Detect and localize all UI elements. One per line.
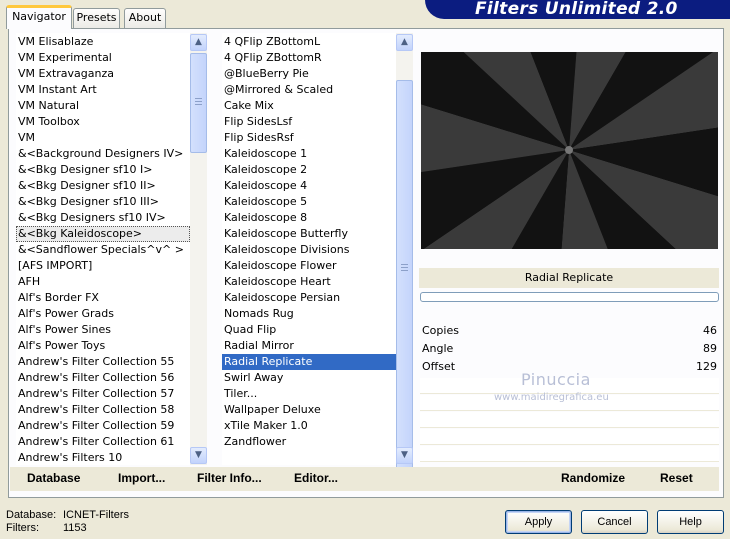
category-list-item[interactable]: Alf's Power Grads xyxy=(16,306,190,322)
filter-list-item[interactable]: @BlueBerry Pie xyxy=(222,66,396,82)
param-label: Angle xyxy=(422,342,454,355)
filter-list-item[interactable]: Kaleidoscope 8 xyxy=(222,210,396,226)
filter-list-item[interactable]: @Mirrored & Scaled xyxy=(222,82,396,98)
filter-list-item[interactable]: Tiler... xyxy=(222,386,396,402)
category-list-item[interactable]: VM Toolbox xyxy=(16,114,190,130)
param-empty-row xyxy=(420,412,719,428)
category-list-item[interactable]: Andrew's Filter Collection 55 xyxy=(16,354,190,370)
category-list-item[interactable]: VM Instant Art xyxy=(16,82,190,98)
category-list-item[interactable]: Andrew's Filter Collection 58 xyxy=(16,402,190,418)
param-value: 129 xyxy=(696,360,717,373)
category-list-item[interactable]: Andrew's Filters 10 xyxy=(16,450,190,465)
category-list-item[interactable]: &<Bkg Designer sf10 II> xyxy=(16,178,190,194)
scroll-up-icon[interactable]: ▲ xyxy=(396,34,413,51)
filter-list-item[interactable]: Flip SidesRsf xyxy=(222,130,396,146)
param-copies[interactable]: Copies 46 xyxy=(420,322,719,340)
category-list-item[interactable]: &<Background Designers IV> xyxy=(16,146,190,162)
filter-list-item[interactable]: Kaleidoscope Heart xyxy=(222,274,396,290)
apply-button[interactable]: Apply xyxy=(505,510,572,534)
param-label: Copies xyxy=(422,324,459,337)
filter-info-button[interactable]: Filter Info... xyxy=(197,471,262,485)
category-list-item[interactable]: &<Bkg Designer sf10 III> xyxy=(16,194,190,210)
filter-list-item[interactable]: xTile Maker 1.0 xyxy=(222,418,396,434)
filter-list-item[interactable]: Radial Replicate xyxy=(222,354,396,370)
watermark-name: Pinuccia xyxy=(521,370,591,389)
scroll-up-icon[interactable]: ▲ xyxy=(190,34,207,51)
category-list-item[interactable]: Andrew's Filter Collection 61 xyxy=(16,434,190,450)
filter-preview xyxy=(421,52,718,249)
filter-scroll-thumb[interactable] xyxy=(396,80,413,478)
category-list-item[interactable]: Andrew's Filter Collection 59 xyxy=(16,418,190,434)
cancel-button[interactable]: Cancel xyxy=(581,510,648,534)
category-list-item[interactable]: &<Bkg Designer sf10 I> xyxy=(16,162,190,178)
category-list-item[interactable]: VM Elisablaze xyxy=(16,34,190,50)
category-list-item[interactable]: Alf's Border FX xyxy=(16,290,190,306)
selected-filter-name: Radial Replicate xyxy=(419,268,719,288)
category-list-item[interactable]: [AFS IMPORT] xyxy=(16,258,190,274)
randomize-button[interactable]: Randomize xyxy=(561,471,625,485)
category-list-item[interactable]: VM Natural xyxy=(16,98,190,114)
filter-list[interactable]: 4 QFlip ZBottomL 4 QFlip ZBottomR @BlueBer… xyxy=(222,33,396,465)
param-value: 89 xyxy=(703,342,717,355)
category-list-item[interactable]: AFH xyxy=(16,274,190,290)
filter-list-item[interactable]: Kaleidoscope Flower xyxy=(222,258,396,274)
category-list-item[interactable]: Andrew's Filter Collection 56 xyxy=(16,370,190,386)
database-status-value: ICNET-Filters xyxy=(63,509,129,521)
category-list-item[interactable]: &<Bkg Designers sf10 IV> xyxy=(16,210,190,226)
filter-list-item[interactable]: Wallpaper Deluxe xyxy=(222,402,396,418)
param-value: 46 xyxy=(703,324,717,337)
filter-list-item[interactable]: Radial Mirror xyxy=(222,338,396,354)
category-list[interactable]: VM Elisablaze VM Experimental VM Extravaga… xyxy=(16,33,190,465)
category-list-item[interactable]: Alf's Power Sines xyxy=(16,322,190,338)
filter-list-item[interactable]: Flip SidesLsf xyxy=(222,114,396,130)
category-list-item[interactable]: &<Sandflower Specials^v^ > xyxy=(16,242,190,258)
param-angle[interactable]: Angle 89 xyxy=(420,340,719,358)
category-scroll-thumb[interactable] xyxy=(190,53,207,153)
category-list-item[interactable]: VM xyxy=(16,130,190,146)
filter-list-item[interactable]: Kaleidoscope 5 xyxy=(222,194,396,210)
param-empty-row xyxy=(420,446,719,462)
tab-about[interactable]: About xyxy=(124,8,166,28)
category-scrollbar[interactable]: ▲ ▼ xyxy=(190,33,207,465)
watermark-site: www.maidiregrafica.eu xyxy=(494,392,609,403)
filter-list-item[interactable]: Kaleidoscope Butterfly xyxy=(222,226,396,242)
help-button[interactable]: Help xyxy=(657,510,724,534)
scroll-down-icon[interactable]: ▼ xyxy=(190,447,207,464)
editor-button[interactable]: Editor... xyxy=(294,471,338,485)
category-list-item[interactable]: VM Extravaganza xyxy=(16,66,190,82)
reset-button[interactable]: Reset xyxy=(660,471,693,485)
database-button[interactable]: Database xyxy=(27,471,80,485)
filter-list-item[interactable]: Quad Flip xyxy=(222,322,396,338)
filter-list-item[interactable]: Zandflower xyxy=(222,434,396,450)
filter-list-item[interactable]: Kaleidoscope Persian xyxy=(222,290,396,306)
app-title-banner: Filters Unlimited 2.0 xyxy=(425,0,730,19)
scroll-down-icon[interactable]: ▼ xyxy=(396,447,413,464)
filter-list-item[interactable]: Kaleidoscope 2 xyxy=(222,162,396,178)
category-list-item[interactable]: &<Bkg Kaleidoscope> xyxy=(16,226,190,242)
database-status-label: Database: xyxy=(6,509,57,521)
filter-list-item[interactable]: Nomads Rug xyxy=(222,306,396,322)
progress-bar xyxy=(420,292,719,302)
filter-list-item[interactable]: Kaleidoscope Divisions xyxy=(222,242,396,258)
filter-list-item[interactable]: Swirl Away xyxy=(222,370,396,386)
tab-presets[interactable]: Presets xyxy=(73,8,120,28)
tab-navigator[interactable]: Navigator xyxy=(6,5,72,29)
category-list-item[interactable]: Alf's Power Toys xyxy=(16,338,190,354)
filter-list-item[interactable]: Cake Mix xyxy=(222,98,396,114)
category-list-item[interactable]: VM Experimental xyxy=(16,50,190,66)
filter-scrollbar[interactable]: ▲ ▼ xyxy=(396,33,413,478)
filter-list-item[interactable]: 4 QFlip ZBottomL xyxy=(222,34,396,50)
filter-list-item[interactable]: Kaleidoscope 1 xyxy=(222,146,396,162)
preview-image xyxy=(421,52,718,249)
import-button[interactable]: Import... xyxy=(118,471,165,485)
category-list-item[interactable]: Andrew's Filter Collection 57 xyxy=(16,386,190,402)
param-label: Offset xyxy=(422,360,456,373)
filters-count-value: 1153 xyxy=(63,522,87,534)
param-empty-row xyxy=(420,429,719,445)
filter-list-item[interactable]: Kaleidoscope 4 xyxy=(222,178,396,194)
filter-list-item[interactable]: 4 QFlip ZBottomR xyxy=(222,50,396,66)
filters-count-label: Filters: xyxy=(6,522,39,534)
